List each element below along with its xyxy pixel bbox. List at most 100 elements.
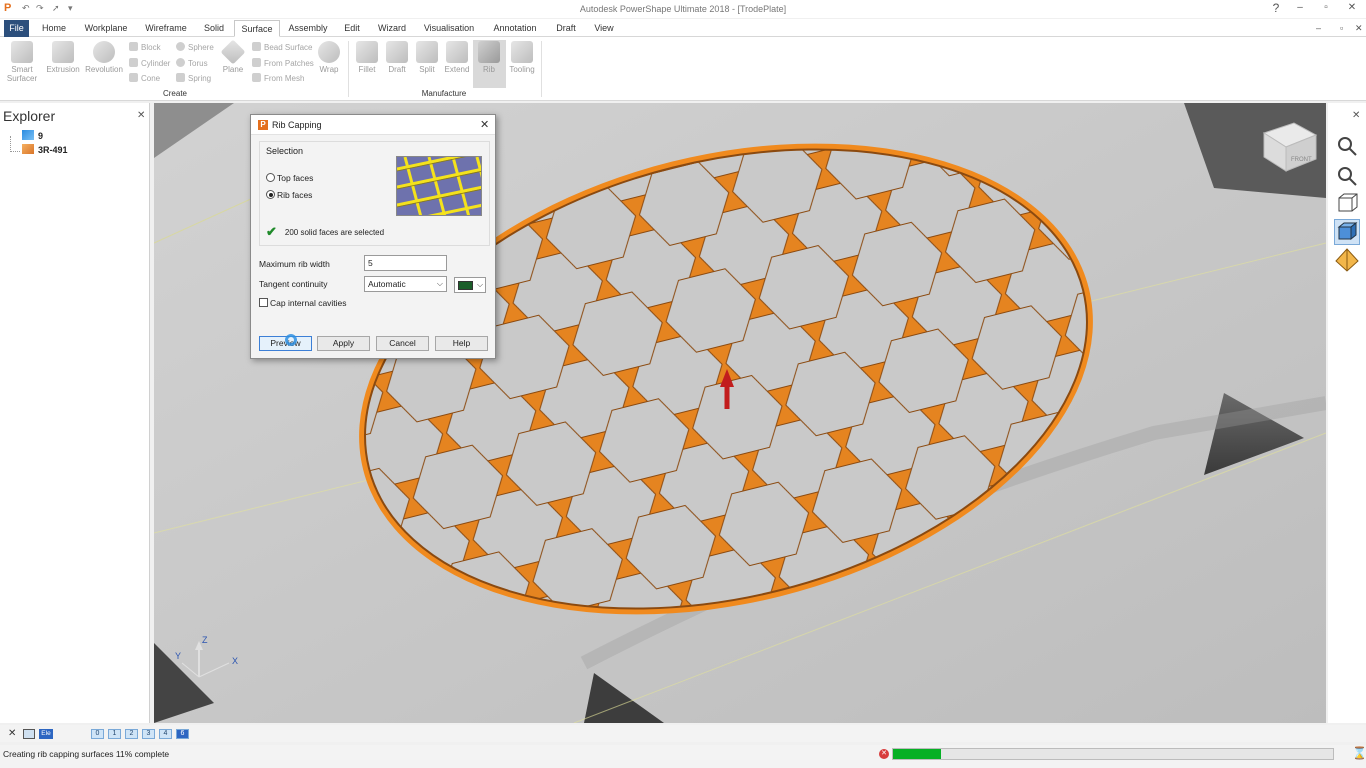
rib-faces-radio-circle[interactable] (266, 190, 275, 199)
from-mesh-button[interactable]: From Mesh (252, 73, 304, 85)
rib-button[interactable]: Rib (474, 41, 504, 74)
sphere-icon (176, 42, 185, 51)
zoom-fit-icon[interactable] (1334, 163, 1360, 189)
progress-bar (892, 748, 1334, 760)
extend-button[interactable]: Extend (442, 41, 472, 74)
selection-status-text: 200 solid faces are selected (284, 228, 385, 237)
level-select-icon[interactable] (23, 729, 35, 739)
tab-file[interactable]: File (4, 20, 29, 37)
shaded-box-icon[interactable] (1334, 219, 1360, 245)
level-4[interactable]: 4 (159, 729, 172, 739)
level-bar: ✕ Ele 0 1 2 3 4 6 (0, 725, 1366, 742)
explorer-close-icon[interactable]: ✕ (137, 110, 145, 121)
bead-surface-button[interactable]: Bead Surface (252, 42, 312, 54)
status-bar: Creating rib capping surfaces 11% comple… (0, 745, 1366, 768)
extend-label: Extend (444, 65, 470, 74)
extend-icon (446, 41, 468, 63)
from-patches-button[interactable]: From Patches (252, 58, 314, 70)
cone-label: Cone (141, 74, 161, 83)
level-2[interactable]: 2 (125, 729, 138, 739)
close-button[interactable]: ✕ (1342, 2, 1362, 16)
cap-internal-cavities-box[interactable] (259, 298, 268, 307)
ele-button[interactable]: Ele (39, 729, 53, 739)
wrap-icon (318, 41, 340, 63)
wireframe-box-icon[interactable] (1334, 191, 1360, 217)
wrap-button[interactable]: Wrap (313, 41, 345, 74)
smart-surfacer-button[interactable]: Smart Surfacer (2, 41, 42, 83)
tree-item-level[interactable]: 9 (22, 130, 43, 143)
rib-faces-illustration (396, 156, 482, 216)
help-button[interactable]: Help (435, 336, 488, 351)
apply-button[interactable]: Apply (317, 336, 370, 351)
torus-button[interactable]: Torus (176, 58, 208, 70)
split-button[interactable]: Split (412, 41, 442, 74)
doc-close-button[interactable]: ✕ (1355, 23, 1363, 34)
sphere-button[interactable]: Sphere (176, 42, 214, 54)
tab-wireframe[interactable]: Wireframe (141, 20, 191, 37)
tab-solid[interactable]: Solid (199, 20, 229, 37)
dialog-close-icon[interactable]: ✕ (480, 118, 489, 131)
tooling-button[interactable]: Tooling (506, 41, 538, 74)
rib-faces-label: Rib faces (277, 190, 313, 200)
tab-wizard[interactable]: Wizard (374, 20, 410, 37)
draft-shading-icon[interactable] (1334, 247, 1360, 273)
level-6[interactable]: 6 (176, 729, 189, 739)
fillet-button[interactable]: Fillet (352, 41, 382, 74)
selection-group: Selection Top faces Rib faces ✔ 200 soli… (259, 141, 490, 246)
restore-button[interactable]: ▫ (1316, 2, 1336, 16)
extrusion-icon (52, 41, 74, 63)
tangent-continuity-select[interactable]: Automatic ⌵ (364, 276, 447, 292)
doc-minimize-button[interactable]: – (1316, 23, 1321, 33)
block-icon (129, 42, 138, 51)
torus-icon (176, 58, 185, 67)
tree-item-level-label: 9 (38, 131, 44, 141)
rib-faces-radio[interactable]: Rib faces (266, 189, 312, 201)
tab-visualisation[interactable]: Visualisation (420, 20, 478, 37)
zoom-in-icon[interactable] (1334, 133, 1360, 159)
fillet-icon (356, 41, 378, 63)
block-button[interactable]: Block (129, 42, 161, 54)
tangent-continuity-value: Automatic (368, 279, 406, 289)
tab-workplane[interactable]: Workplane (80, 20, 132, 37)
ribbon-separator-2 (541, 41, 542, 97)
axis-z-label: Z (202, 635, 208, 645)
tangent-color-picker[interactable]: ⌵ (454, 277, 486, 293)
hourglass-icon: ⌛ (1352, 746, 1366, 760)
minimize-button[interactable]: – (1290, 2, 1310, 16)
stop-icon[interactable]: ✕ (879, 749, 889, 759)
level-3[interactable]: 3 (142, 729, 155, 739)
plane-button[interactable]: Plane (218, 39, 248, 74)
tab-view[interactable]: View (590, 20, 618, 37)
cone-button[interactable]: Cone (129, 73, 160, 85)
tab-surface[interactable]: Surface (234, 20, 280, 37)
top-faces-radio-circle[interactable] (266, 173, 275, 182)
rib-label: Rib (482, 65, 495, 74)
draft-button[interactable]: Draft (382, 41, 412, 74)
cap-internal-cavities-checkbox[interactable]: Cap internal cavities (259, 297, 347, 309)
top-faces-label: Top faces (277, 173, 314, 183)
level-1[interactable]: 1 (108, 729, 121, 739)
doc-restore-button[interactable]: ▫ (1340, 23, 1343, 33)
dialog-title-bar[interactable]: P Rib Capping ✕ (251, 115, 495, 135)
view-cube-label: FRONT (1291, 157, 1312, 163)
view-toolbar-close-icon[interactable]: ✕ (1352, 110, 1360, 121)
tab-assembly[interactable]: Assembly (286, 20, 330, 37)
tab-edit[interactable]: Edit (339, 20, 365, 37)
tab-home[interactable]: Home (38, 20, 70, 37)
max-rib-width-input[interactable]: 5 (364, 255, 447, 271)
extrusion-label: Extrusion (46, 65, 80, 74)
cylinder-button[interactable]: Cylinder (129, 58, 170, 70)
dialog-title: Rib Capping (272, 120, 322, 130)
spring-button[interactable]: Spring (176, 73, 211, 85)
tree-item-part[interactable]: 3R-491 (22, 144, 68, 157)
axis-x-label: X (232, 656, 238, 666)
top-faces-radio[interactable]: Top faces (266, 172, 313, 184)
tab-annotation[interactable]: Annotation (488, 20, 542, 37)
level-0[interactable]: 0 (91, 729, 104, 739)
revolution-button[interactable]: Revolution (84, 41, 124, 74)
help-question-icon[interactable]: ? (1266, 1, 1286, 15)
level-bar-close-icon[interactable]: ✕ (8, 728, 16, 739)
tab-draft[interactable]: Draft (551, 20, 581, 37)
extrusion-button[interactable]: Extrusion (43, 41, 83, 74)
cancel-button[interactable]: Cancel (376, 336, 429, 351)
